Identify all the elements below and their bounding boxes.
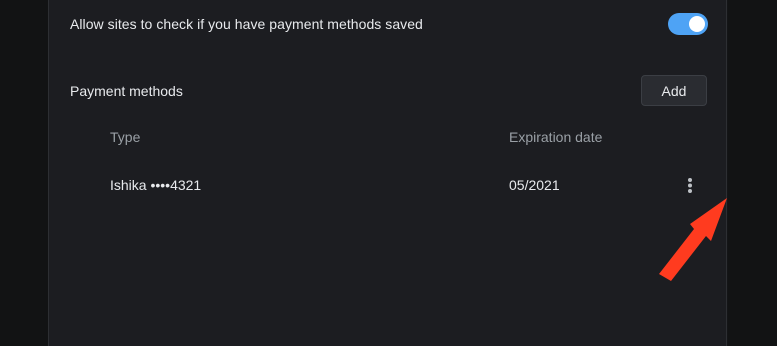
add-payment-method-button[interactable]: Add — [641, 75, 707, 106]
column-header-type: Type — [110, 129, 141, 145]
payment-methods-heading: Payment methods — [70, 83, 183, 99]
payment-check-toggle-label: Allow sites to check if you have payment… — [70, 16, 423, 32]
payment-settings-panel: Allow sites to check if you have payment… — [48, 0, 727, 346]
right-backdrop — [728, 0, 777, 346]
column-header-expiration: Expiration date — [509, 129, 603, 145]
payment-check-toggle[interactable] — [668, 13, 708, 35]
payment-method-card: Ishika ••••4321 — [110, 177, 202, 193]
left-backdrop — [0, 0, 49, 346]
red-arrow-annotation — [649, 186, 749, 282]
toggle-knob — [689, 16, 705, 32]
payment-method-expiration: 05/2021 — [509, 177, 560, 193]
